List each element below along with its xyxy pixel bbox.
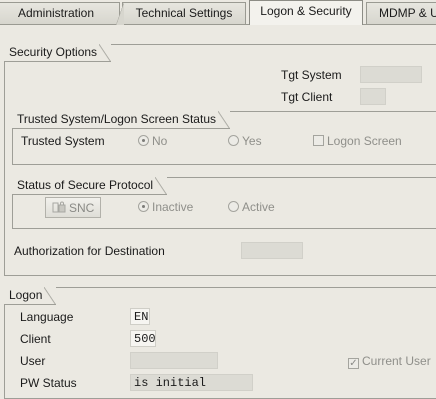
language-field[interactable]: EN <box>130 308 150 325</box>
tab-mdmp-label: MDMP & U <box>379 6 436 20</box>
current-user-checkbox[interactable]: ✓ Current User <box>348 354 431 369</box>
snc-security-icon <box>52 201 66 213</box>
user-label: User <box>20 354 46 368</box>
tab-mdmp[interactable]: MDMP & U <box>366 2 436 24</box>
tgt-client-label: Tgt Client <box>281 90 333 104</box>
logon-screen-checkbox[interactable]: Logon Screen <box>313 134 402 148</box>
trusted-no-label: No <box>152 134 168 148</box>
tab-administration[interactable]: Administration <box>0 2 120 24</box>
tab-technical-settings[interactable]: Technical Settings <box>116 2 246 25</box>
tab-strip: Administration Technical Settings Logon … <box>0 0 436 25</box>
client-label: Client <box>20 332 51 346</box>
radio-selected-icon <box>138 135 149 146</box>
tab-technical-settings-label: Technical Settings <box>135 6 233 20</box>
authorization-field[interactable] <box>241 242 303 259</box>
logon-screen-label: Logon Screen <box>327 134 402 148</box>
checkmark-icon: ✓ <box>348 358 359 369</box>
protocol-inactive-label: Inactive <box>152 200 194 214</box>
tgt-client-field[interactable] <box>360 88 386 105</box>
user-field[interactable] <box>130 352 218 369</box>
trusted-yes-radio[interactable]: Yes <box>228 134 262 150</box>
snc-button[interactable]: SNC <box>45 197 101 218</box>
authorization-label: Authorization for Destination <box>14 244 165 258</box>
tab-logon-security-label: Logon & Security <box>260 4 352 18</box>
trusted-system-label: Trusted System <box>21 134 105 148</box>
tgt-system-label: Tgt System <box>281 68 342 82</box>
tgt-system-field[interactable] <box>360 66 422 83</box>
client-field[interactable]: 500 <box>130 330 156 347</box>
checkbox-empty-icon <box>313 135 324 146</box>
current-user-label: Current User <box>362 354 431 368</box>
radio-empty-icon <box>228 201 239 212</box>
protocol-active-radio[interactable]: Active <box>228 200 275 216</box>
tab-notch <box>116 2 124 25</box>
protocol-inactive-radio[interactable]: Inactive <box>138 200 193 216</box>
security-options-title: Security Options <box>4 44 112 62</box>
radio-selected-icon <box>138 201 149 212</box>
trusted-yes-label: Yes <box>242 134 262 148</box>
protocol-active-label: Active <box>242 200 275 214</box>
trusted-system-title: Trusted System/Logon Screen Status <box>12 111 230 129</box>
secure-protocol-title: Status of Secure Protocol <box>12 177 168 195</box>
radio-empty-icon <box>228 135 239 146</box>
trusted-no-radio[interactable]: No <box>138 134 167 150</box>
tab-strip-baseline <box>0 24 436 25</box>
pw-status-field: is initial <box>130 374 253 391</box>
pw-status-label: PW Status <box>20 376 77 390</box>
tab-administration-label: Administration <box>17 6 95 20</box>
tab-logon-security[interactable]: Logon & Security <box>249 0 363 25</box>
language-label: Language <box>20 310 74 324</box>
logon-title: Logon <box>4 287 57 305</box>
snc-button-label: SNC <box>69 201 95 215</box>
